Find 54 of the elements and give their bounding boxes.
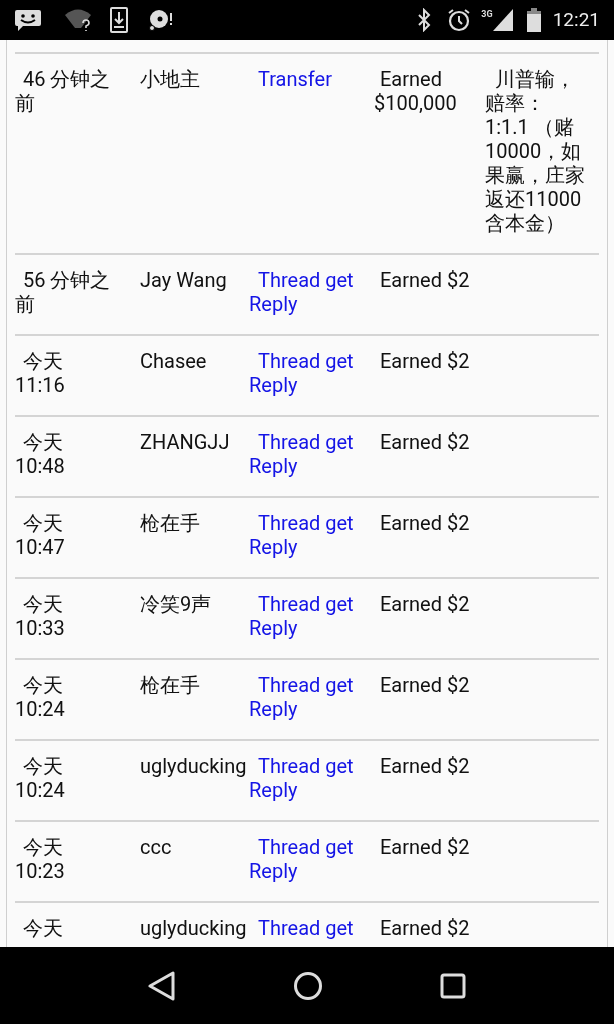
result-text: Earned $2 (379, 835, 471, 861)
home-icon[interactable] (293, 970, 323, 1001)
action-link[interactable]: Thread get Reply (249, 430, 374, 478)
message-icon (14, 8, 42, 32)
action-link[interactable]: Thread get Reply (249, 754, 374, 802)
user-name: uglyducking (140, 916, 248, 940)
recents-icon[interactable] (439, 972, 466, 999)
action-link[interactable]: Thread get Reply (249, 835, 374, 883)
action-link[interactable]: Thread get Reply (249, 592, 374, 640)
result-text: Earned $2 (379, 754, 471, 780)
action-link[interactable]: Thread get Reply (249, 349, 374, 397)
result-text: Earned $100,000 (374, 67, 458, 117)
wifi-question-icon (64, 8, 92, 32)
user-name: 枪在手 (140, 673, 201, 699)
result-text: Earned $2 (379, 349, 471, 375)
alarm-icon (447, 8, 472, 32)
time-text: 今天 10:33 (15, 592, 66, 640)
note-text: 川普输，赔率：1:1.1 （赌10000，如果赢，庄家返还11000含本金） (485, 67, 586, 235)
action-link[interactable]: Thread get (249, 916, 374, 940)
result-text: Earned $2 (379, 511, 471, 537)
network-label: 3G (481, 8, 493, 21)
action-link[interactable]: Thread get Reply (249, 268, 374, 316)
action-link[interactable]: Transfer (249, 67, 374, 235)
action-link[interactable]: Thread get Reply (249, 511, 374, 559)
user-name: 冷笑9声 (140, 592, 213, 618)
user-name: 枪在手 (140, 511, 201, 537)
user-name: Jay Wang (140, 268, 228, 294)
result-text: Earned $2 (379, 268, 471, 294)
time-text: 今天 10:24 (15, 673, 66, 721)
signal-icon (492, 9, 513, 31)
time-text: 今天 10:24 (15, 754, 66, 802)
result-text: Earned $2 (379, 592, 471, 618)
user-name: 小地主 (140, 67, 201, 93)
action-link[interactable]: Thread get Reply (249, 673, 374, 721)
user-name: ccc (140, 835, 173, 861)
back-icon[interactable] (148, 970, 177, 1001)
bluetooth-icon (417, 8, 432, 32)
time-text: 今天 (22, 916, 64, 940)
battery-icon (526, 8, 541, 32)
disc-alert-icon (148, 7, 174, 33)
result-text: Earned $2 (379, 673, 471, 699)
time-text: 56 分钟之前 (15, 268, 112, 316)
time-text: 今天 10:48 (15, 430, 66, 478)
time-text: 46 分钟之前 (15, 67, 112, 117)
time-text: 今天 11:16 (15, 349, 66, 397)
clock-time: 12:21 (552, 6, 600, 33)
result-text: Earned $2 (379, 916, 471, 940)
download-icon (110, 7, 128, 33)
result-text: Earned $2 (379, 430, 471, 456)
time-text: 今天 10:47 (15, 511, 66, 559)
user-name: uglyducking (140, 754, 248, 780)
user-name: Chasee (140, 349, 208, 375)
user-name: ZHANGJJ (140, 430, 231, 456)
time-text: 今天 10:23 (15, 835, 66, 883)
